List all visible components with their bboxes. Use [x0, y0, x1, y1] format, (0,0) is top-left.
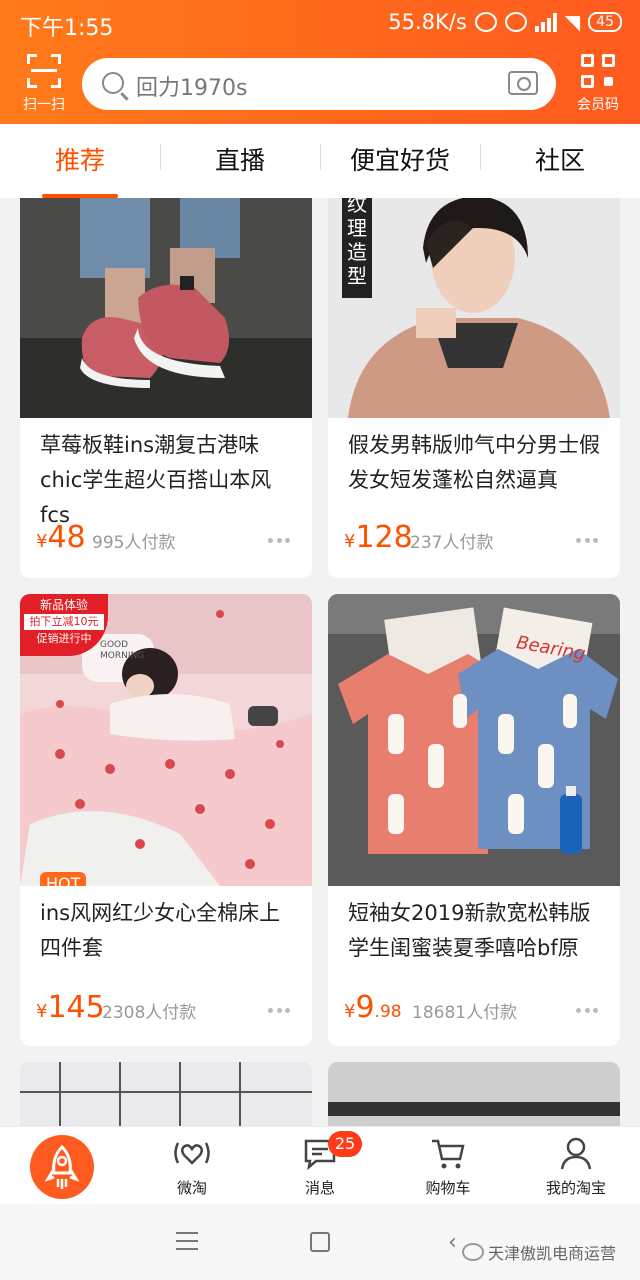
- paid-count: 18681人付款: [412, 1003, 518, 1023]
- scan-icon: [27, 54, 61, 88]
- search-icon: [102, 72, 124, 94]
- member-code-button[interactable]: 会员码: [568, 54, 628, 116]
- product-card[interactable]: 新品体验 拍下立减10元 促销进行中 GOOD MORNING HOT ins风…: [20, 594, 312, 1046]
- product-card[interactable]: Bearing 短袖女2019新款宽松韩版学生闺蜜装夏季嘻哈bf原 ¥9.98 …: [328, 594, 620, 1046]
- product-image-bedding: 新品体验 拍下立减10元 促销进行中 GOOD MORNING HOT: [20, 594, 312, 886]
- product-price: ¥145: [36, 990, 105, 1025]
- status-indicators: 55.8K/s ◥ 45: [388, 10, 622, 34]
- paid-count: 995人付款: [92, 533, 176, 553]
- camera-icon[interactable]: [508, 71, 538, 95]
- scan-button[interactable]: 扫一扫: [16, 54, 72, 114]
- product-title: 假发男韩版帅气中分男士假发女短发蓬松自然逼真: [348, 433, 600, 492]
- alarm-icon: [504, 12, 527, 32]
- bottom-tab-bar: 微淘 25 消息 购物车 我的淘宝: [0, 1126, 640, 1204]
- wechat-icon: [462, 1243, 484, 1261]
- tab-live[interactable]: 直播: [160, 124, 320, 198]
- product-title: ins风网红少女心全棉床上四件套: [40, 901, 281, 960]
- promo-badge: 新品体验 拍下立减10元 促销进行中: [20, 594, 108, 656]
- network-speed: 55.8K/s: [388, 10, 467, 34]
- wifi-icon: ◥: [564, 10, 581, 34]
- user-icon: [560, 1137, 592, 1170]
- messages-badge: 25: [328, 1131, 362, 1157]
- product-price: ¥128: [344, 520, 413, 555]
- tab-messages-label: 消息: [304, 1179, 335, 1197]
- product-image-partial: [328, 1062, 620, 1126]
- more-icon[interactable]: [268, 538, 290, 544]
- tab-messages[interactable]: 25 消息: [256, 1127, 384, 1205]
- home-rocket-button[interactable]: [30, 1135, 94, 1199]
- top-header: 下午1:55 55.8K/s ◥ 45 扫一扫 回力1970s 会员码: [0, 0, 640, 124]
- more-icon[interactable]: [268, 1008, 290, 1014]
- tab-community[interactable]: 社区: [480, 124, 640, 198]
- status-time: 下午1:55: [20, 16, 114, 41]
- tab-cart-label: 购物车: [425, 1179, 471, 1197]
- menu-icon[interactable]: [176, 1232, 198, 1250]
- system-nav-bar: ‹ 天津傲凯电商运营: [0, 1204, 640, 1280]
- tab-divider: [160, 144, 161, 170]
- product-title: 短袖女2019新款宽松韩版学生闺蜜装夏季嘻哈bf原: [348, 901, 591, 960]
- status-bar: 下午1:55 55.8K/s ◥ 45: [0, 0, 640, 46]
- battery-icon: 45: [588, 12, 622, 32]
- product-image-tshirts: Bearing: [328, 594, 620, 886]
- product-card[interactable]: 纹理造型 假发男韩版帅气中分男士假发女短发蓬松自然逼真 ¥128 237人付款: [328, 198, 620, 578]
- tab-divider: [480, 144, 481, 170]
- product-card[interactable]: [328, 1062, 620, 1126]
- tab-mine[interactable]: 我的淘宝: [512, 1127, 640, 1205]
- product-price: ¥48: [36, 520, 86, 555]
- hot-badge: HOT: [40, 872, 87, 886]
- member-code-label: 会员码: [577, 97, 619, 113]
- tab-divider: [320, 144, 321, 170]
- tab-home[interactable]: [0, 1127, 128, 1205]
- product-price: ¥9.98: [344, 990, 402, 1025]
- pillow-text: GOOD MORNING: [100, 640, 145, 661]
- back-icon[interactable]: ‹: [448, 1230, 457, 1255]
- product-card[interactable]: [20, 1062, 312, 1126]
- watermark: 天津傲凯电商运营: [462, 1240, 616, 1264]
- category-tabs: 推荐 直播 便宜好货 社区: [0, 124, 640, 198]
- sync-icon: [474, 12, 497, 32]
- tab-cheap-goods[interactable]: 便宜好货: [320, 124, 480, 198]
- paid-count: 237人付款: [410, 533, 494, 553]
- tab-recommend[interactable]: 推荐: [0, 124, 160, 198]
- product-card[interactable]: 草莓板鞋ins潮复古港味chic学生超火百搭山本风fcs ¥48 995人付款: [20, 198, 312, 578]
- heart-wave-icon: [174, 1142, 210, 1165]
- more-icon[interactable]: [576, 1008, 598, 1014]
- product-image-partial: [20, 1062, 312, 1126]
- more-icon[interactable]: [576, 538, 598, 544]
- tab-cart[interactable]: 购物车: [384, 1127, 512, 1205]
- signal-icon: [534, 12, 557, 32]
- search-placeholder: 回力1970s: [136, 76, 248, 101]
- wig-tag-text: 纹理造型: [347, 198, 367, 288]
- search-bar[interactable]: 回力1970s: [82, 58, 556, 110]
- scan-label: 扫一扫: [23, 97, 65, 113]
- rocket-icon: [44, 1144, 80, 1189]
- tab-weitao-label: 微淘: [176, 1179, 207, 1197]
- product-feed[interactable]: 草莓板鞋ins潮复古港味chic学生超火百搭山本风fcs ¥48 995人付款 …: [0, 198, 640, 1126]
- cart-icon: [432, 1139, 465, 1169]
- product-image-wig: 纹理造型: [328, 198, 620, 418]
- product-title: 草莓板鞋ins潮复古港味chic学生超火百搭山本风fcs: [40, 433, 272, 527]
- paid-count: 2308人付款: [102, 1003, 197, 1023]
- tab-weitao[interactable]: 微淘: [128, 1127, 256, 1205]
- tab-mine-label: 我的淘宝: [545, 1179, 606, 1197]
- watermark-text: 天津傲凯电商运营: [488, 1244, 617, 1263]
- product-image-shoes: [20, 198, 312, 418]
- home-icon[interactable]: [310, 1232, 330, 1252]
- qr-code-icon: [581, 54, 615, 88]
